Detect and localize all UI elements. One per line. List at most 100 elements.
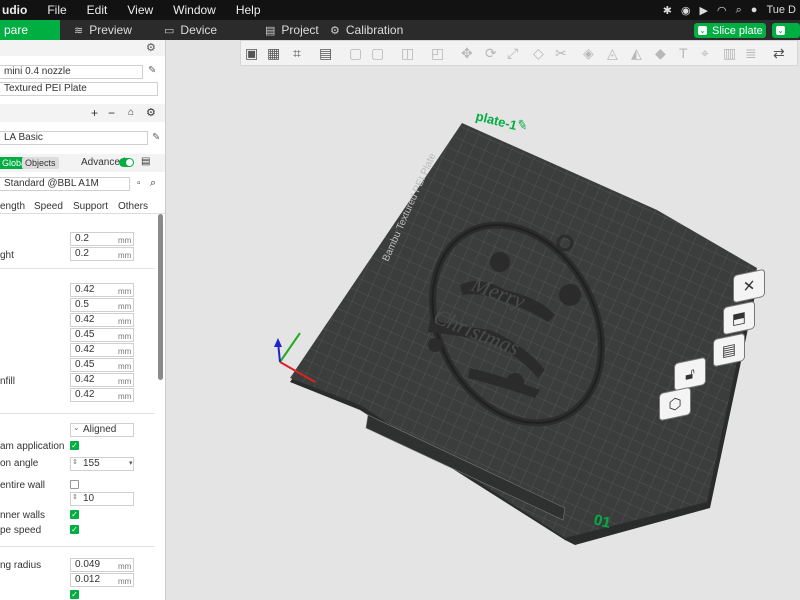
unit-mm: mm (118, 392, 132, 401)
settings-panel: ⚙ mini 0.4 nozzle ✎ Textured PEI Plate +… (0, 40, 166, 600)
tab-device[interactable]: ▭ Device (150, 20, 245, 40)
subtab-others[interactable]: Others (118, 201, 148, 212)
printer-settings-gear-icon[interactable]: ⚙ (146, 41, 156, 54)
entire-wall-checkbox[interactable] (70, 480, 79, 489)
variable-layer-icon[interactable]: ≣ (745, 45, 762, 62)
monitor-icon: ▭ (164, 24, 175, 37)
stepper-icon[interactable]: ⇕ (72, 458, 78, 466)
cut-icon[interactable]: ✂ (555, 45, 572, 62)
wall-count-input[interactable]: 10 (70, 492, 134, 506)
plate-select[interactable]: Textured PEI Plate (0, 82, 158, 96)
wipe-speed-checkbox[interactable]: ✓ (70, 525, 79, 534)
search-icon[interactable]: ⌕ (736, 4, 742, 17)
menu-window[interactable]: Window (163, 3, 226, 17)
unit-mm: mm (118, 302, 132, 311)
lock-icon: 🔓︎ (685, 364, 695, 384)
subtab-support[interactable]: Support (73, 201, 108, 212)
app-name[interactable]: udio (0, 3, 37, 17)
arrange-icon: ⬒ (731, 308, 747, 329)
scale-icon[interactable]: ⤢ (507, 45, 524, 62)
move-icon[interactable]: ✥ (461, 45, 478, 62)
measure-icon[interactable]: ⌖ (701, 45, 718, 62)
dropdown-arrow-icon[interactable]: ▾ (129, 459, 133, 467)
tab-objects[interactable]: Objects (22, 157, 59, 169)
process-preset-select[interactable]: Standard @BBL A1M (0, 177, 130, 191)
inner-walls-checkbox[interactable]: ✓ (70, 510, 79, 519)
add-icon[interactable]: + (91, 106, 98, 120)
compare-icon[interactable]: ▤ (141, 156, 150, 167)
print-plate-button[interactable]: ⌄ (772, 23, 800, 38)
project-icon: ▤ (265, 24, 276, 37)
3d-viewport[interactable]: Bambu Textured PEI Plate Merry Christmas (167, 40, 800, 600)
tab-prepare[interactable]: pare (0, 20, 60, 40)
process-header: Global Objects Advanced ▤ (0, 154, 165, 172)
subtab-speed[interactable]: Speed (34, 201, 63, 212)
seam-paint-icon[interactable]: ◭ (631, 45, 648, 62)
remove-icon[interactable]: − (108, 106, 115, 120)
bottom-checkbox[interactable]: ✓ (70, 590, 79, 599)
search-icon[interactable]: ⌕ (150, 177, 156, 190)
divider (0, 268, 155, 269)
lay-on-face-icon[interactable]: ◇ (533, 45, 550, 62)
angle-input[interactable]: 155 (70, 457, 134, 471)
mesh-boolean-icon[interactable]: ◈ (583, 45, 600, 62)
menu-file[interactable]: File (37, 3, 76, 17)
radius-label: ng radius (0, 560, 42, 571)
save-icon[interactable]: ▫ (137, 178, 141, 189)
tab-calibration[interactable]: ⚙ Calibration (316, 20, 416, 40)
build-plate-scene: Bambu Textured PEI Plate Merry Christmas (274, 108, 760, 545)
subtab-strength[interactable]: ength (0, 201, 25, 212)
split-icon[interactable]: ◰ (431, 45, 448, 62)
view-switch-icon[interactable]: ⇄ (773, 45, 790, 62)
tab-prepare-label: pare (4, 23, 29, 37)
text-icon[interactable]: T (679, 45, 696, 62)
play-icon[interactable]: ▶ (700, 4, 708, 17)
arrange-icon[interactable]: ▤ (319, 45, 336, 62)
tab-bar: pare ≋ Preview ▭ Device ▤ Project ⚙ Cali… (0, 20, 800, 40)
seam-application-checkbox[interactable]: ✓ (70, 441, 79, 450)
copy-icon[interactable]: ▢ (349, 45, 366, 62)
layers-icon: ≋ (74, 24, 84, 37)
add-object-icon[interactable]: ▣ (245, 45, 262, 62)
wipe-speed-label: pe speed (0, 525, 42, 536)
menu-help[interactable]: Help (226, 3, 271, 17)
clock[interactable]: Tue D (766, 4, 796, 16)
record-icon[interactable]: ◉ (681, 4, 691, 17)
unit-mm: mm (118, 251, 132, 260)
tab-preview-label: Preview (89, 23, 132, 37)
filament-select[interactable]: LA Basic (0, 131, 148, 145)
support-paint-icon[interactable]: ◬ (607, 45, 624, 62)
settings-subtabs: ength Speed Support Others (0, 198, 165, 214)
add-plate-icon[interactable]: ▦ (267, 45, 284, 62)
printer-select[interactable]: mini 0.4 nozzle (0, 65, 143, 79)
assembly-icon[interactable]: ▥ (723, 45, 740, 62)
menu-view[interactable]: View (117, 3, 163, 17)
edit-icon[interactable]: ✎ (152, 132, 160, 143)
menu-edit[interactable]: Edit (77, 3, 118, 17)
user-icon[interactable]: ● (751, 4, 758, 16)
color-paint-icon[interactable]: ◆ (655, 45, 672, 62)
angle-label: on angle (0, 458, 39, 469)
rotate-icon[interactable]: ⟳ (485, 45, 502, 62)
edit-plate-name-icon[interactable]: ✎ (515, 116, 529, 133)
chevron-down-icon: ⌄ (73, 423, 80, 432)
tab-project[interactable]: ▤ Project (251, 20, 319, 40)
plate-name-label[interactable]: plate-1 (474, 108, 518, 133)
filament-gear-icon[interactable]: ⚙ (146, 106, 156, 119)
sync-icon[interactable]: ⌂ (128, 107, 134, 118)
paste-icon[interactable]: ▢ (371, 45, 388, 62)
edit-icon[interactable]: ✎ (148, 65, 156, 76)
delete-icon[interactable]: ◫ (401, 45, 418, 62)
stepper-icon[interactable]: ⇕ (72, 493, 78, 501)
tab-preview[interactable]: ≋ Preview (60, 20, 150, 40)
advanced-toggle[interactable] (119, 158, 134, 167)
slice-plate-button[interactable]: ⌄ Slice plate (694, 23, 766, 38)
unit-mm: mm (118, 362, 132, 371)
initial-layer-height-label: ght (0, 250, 14, 261)
auto-orient-icon[interactable]: ⌗ (293, 45, 310, 62)
settings-scrollbar[interactable] (158, 214, 163, 380)
unit-mm: mm (118, 317, 132, 326)
wifi-icon[interactable]: ◠ (717, 4, 727, 17)
bluetooth-icon[interactable]: ✱ (663, 4, 672, 17)
tab-calibration-label: Calibration (345, 23, 404, 37)
